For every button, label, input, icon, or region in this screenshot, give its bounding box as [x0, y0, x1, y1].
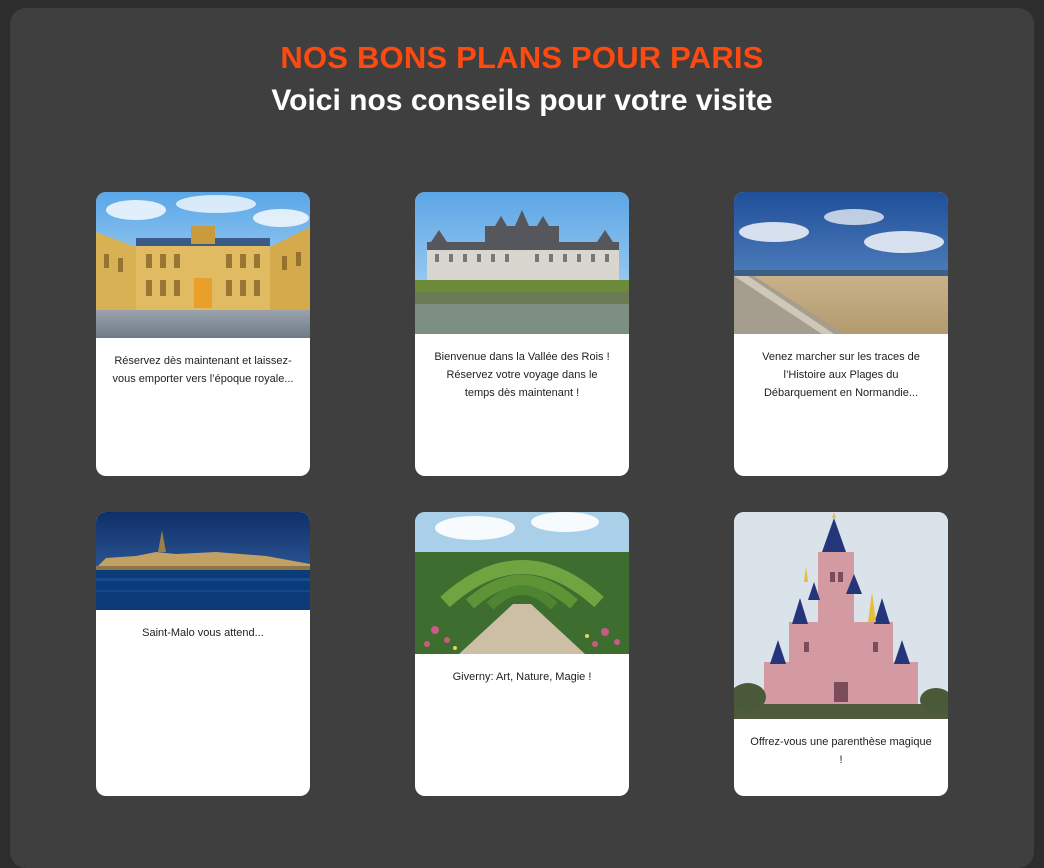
- card-disney[interactable]: Offrez-vous une parenthèse magique !: [734, 512, 948, 796]
- card-text: Bienvenue dans la Vallée des Rois ! Rése…: [434, 351, 610, 399]
- card-versailles[interactable]: Réservez dès maintenant et laissez-vous …: [96, 192, 310, 476]
- page-title: Voici nos conseils pour votre visite: [271, 84, 773, 117]
- card-text: Réservez dès maintenant et laissez-vous …: [112, 355, 294, 385]
- giverny-image: [415, 512, 629, 654]
- chambord-image: [415, 192, 629, 334]
- card-text: Giverny: Art, Nature, Magie !: [452, 671, 592, 683]
- card-text: Venez marcher sur les traces de l’Histoi…: [762, 351, 920, 399]
- card-text: Offrez-vous une parenthèse magique !: [750, 736, 932, 766]
- card-chambord[interactable]: Bienvenue dans la Vallée des Rois ! Rése…: [415, 192, 629, 476]
- normandy-beach-image: [734, 192, 948, 334]
- section-kicker: NOS BONS PLANS POUR PARIS: [280, 40, 764, 75]
- card-text: Saint-Malo vous attend...: [142, 627, 264, 639]
- versailles-image: [96, 192, 310, 338]
- disney-castle-image: [734, 512, 948, 719]
- card-giverny[interactable]: Giverny: Art, Nature, Magie !: [415, 512, 629, 796]
- saint-malo-image: [96, 512, 310, 610]
- card-normandie[interactable]: Venez marcher sur les traces de l’Histoi…: [734, 192, 948, 476]
- card-saint-malo[interactable]: Saint-Malo vous attend...: [96, 512, 310, 796]
